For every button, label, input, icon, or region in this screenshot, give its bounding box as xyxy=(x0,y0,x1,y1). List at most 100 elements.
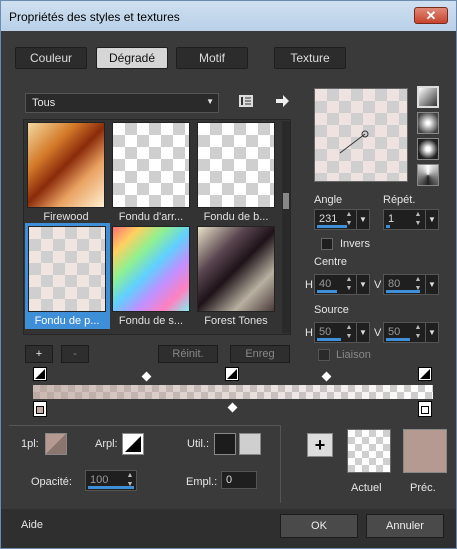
help-button[interactable]: Aide xyxy=(21,519,43,531)
tab-couleur[interactable]: Couleur xyxy=(15,47,87,69)
rectangular-gradient-style-button[interactable] xyxy=(417,112,439,134)
center-v-spinbox[interactable]: 80 ▲ ▼ ▼ xyxy=(383,274,439,295)
angle-handle[interactable] xyxy=(315,89,409,183)
chevron-down-icon[interactable]: ▼ xyxy=(425,275,438,294)
cancel-button[interactable]: Annuler xyxy=(366,514,444,538)
save-gradient-button[interactable]: Enreg xyxy=(230,345,290,363)
color-midpoint-marker[interactable] xyxy=(227,402,238,413)
chevron-down-icon: ▼ xyxy=(206,97,214,106)
gradient-strip-fill xyxy=(33,385,433,399)
close-button[interactable]: ✕ xyxy=(414,7,448,24)
category-dropdown-value: Tous xyxy=(32,97,56,109)
spin-arrows-icon[interactable]: ▲ ▼ xyxy=(412,323,424,342)
gradient-strip[interactable] xyxy=(33,385,433,399)
scrollbar-thumb[interactable] xyxy=(283,193,289,209)
gradient-name: Fondu de b... xyxy=(203,211,269,223)
center-v-label: V xyxy=(374,279,382,291)
gradient-name: Firewood xyxy=(43,211,89,223)
gradient-preview[interactable] xyxy=(314,88,408,182)
source-h-value: 50 xyxy=(319,326,332,338)
center-v-bar xyxy=(386,290,420,293)
arpl-label: Arpl: xyxy=(95,438,118,450)
center-v-value: 80 xyxy=(388,278,401,290)
gradient-thumb-fondu-b[interactable]: Fondu de b... xyxy=(197,122,275,223)
gradient-thumb-forest-tones[interactable]: Forest Tones xyxy=(197,226,275,327)
stop-color-swatch[interactable] xyxy=(45,433,67,455)
angle-spinbox[interactable]: 231 ▲ ▼ ▼ xyxy=(314,209,370,230)
link-checkbox[interactable] xyxy=(318,349,330,361)
arrow-right-icon[interactable] xyxy=(274,93,290,109)
chevron-down-icon[interactable]: ▼ xyxy=(425,323,438,342)
linear-gradient-style-button[interactable] xyxy=(417,86,439,108)
gradient-list-scrollbar[interactable] xyxy=(282,121,290,333)
category-dropdown[interactable]: Tous ▼ xyxy=(25,93,219,113)
gradient-name: Fondu de p... xyxy=(34,315,100,327)
radial-gradient-style-button[interactable] xyxy=(417,138,439,160)
source-h-bar xyxy=(317,338,341,341)
repeat-spinbox[interactable]: 1 ▲ ▼ ▼ xyxy=(383,209,439,230)
invert-label: Invers xyxy=(340,238,370,250)
spin-arrows-icon[interactable]: ▲ ▼ xyxy=(343,323,355,342)
color-stop-start[interactable] xyxy=(33,401,47,417)
sunburst-gradient-style-button[interactable] xyxy=(417,164,439,186)
source-label: Source xyxy=(314,304,349,316)
source-v-value: 50 xyxy=(388,326,401,338)
chevron-down-icon[interactable]: ▼ xyxy=(356,210,369,229)
link-label: Liaison xyxy=(336,349,371,361)
gradient-thumb-fondu-arr[interactable]: Fondu d'arr... xyxy=(112,122,190,223)
gradient-thumb-firewood[interactable]: Firewood xyxy=(27,122,105,223)
reset-button[interactable]: Réinit. xyxy=(158,345,218,363)
opacity-midpoint-marker[interactable] xyxy=(141,371,152,382)
location-field[interactable]: 0 xyxy=(221,471,257,489)
opacity-spinbox[interactable]: 100 ▲ ▼ xyxy=(85,470,137,491)
ok-button[interactable]: OK xyxy=(280,514,358,538)
opacity-midpoint-marker[interactable] xyxy=(321,371,332,382)
empl-label: Empl.: xyxy=(186,476,218,488)
invert-checkbox[interactable] xyxy=(321,238,333,250)
center-label: Centre xyxy=(314,256,348,268)
point-label: 1pl: xyxy=(21,438,39,450)
tab-texture[interactable]: Texture xyxy=(274,47,346,69)
gradient-thumb-fondu-s[interactable]: Fondu de s... xyxy=(112,226,190,327)
gradient-name: Forest Tones xyxy=(204,315,268,327)
tab-degrade[interactable]: Dégradé xyxy=(96,47,168,69)
background-stop-button[interactable] xyxy=(122,433,144,455)
opacity-stop-start[interactable] xyxy=(33,367,47,381)
opacity-stop-middle[interactable] xyxy=(225,367,239,381)
user-color-swatch[interactable] xyxy=(214,433,236,455)
current-label: Actuel xyxy=(351,482,382,494)
tab-motif[interactable]: Motif xyxy=(176,47,248,69)
gradient-editor[interactable] xyxy=(33,367,433,417)
gradient-name: Fondu d'arr... xyxy=(118,211,184,223)
add-gradient-button[interactable]: + xyxy=(25,345,53,363)
source-v-label: V xyxy=(374,327,382,339)
repeat-value: 1 xyxy=(388,213,395,225)
chevron-down-icon[interactable]: ▼ xyxy=(356,275,369,294)
source-h-spinbox[interactable]: 50 ▲ ▼ ▼ xyxy=(314,322,370,343)
angle-bar xyxy=(317,225,347,228)
opacity-label: Opacité: xyxy=(31,476,72,488)
opacity-stop-end[interactable] xyxy=(418,367,432,381)
add-stop-button[interactable]: + xyxy=(307,433,333,457)
angle-value: 231 xyxy=(319,213,338,225)
spin-arrows-icon[interactable]: ▲ ▼ xyxy=(412,210,424,229)
current-preview-swatch[interactable] xyxy=(347,429,391,473)
chevron-down-icon[interactable]: ▼ xyxy=(356,323,369,342)
angle-label: Angle xyxy=(314,194,343,206)
previous-preview-swatch[interactable] xyxy=(403,429,447,473)
remove-gradient-button[interactable]: - xyxy=(61,345,89,363)
spin-arrows-icon[interactable]: ▲ ▼ xyxy=(343,275,355,294)
chevron-down-icon[interactable]: ▼ xyxy=(425,210,438,229)
source-v-spinbox[interactable]: 50 ▲ ▼ ▼ xyxy=(383,322,439,343)
repeat-bar xyxy=(386,225,390,228)
center-h-spinbox[interactable]: 40 ▲ ▼ ▼ xyxy=(314,274,370,295)
color-stop-end[interactable] xyxy=(418,401,432,417)
library-icon[interactable] xyxy=(238,93,254,109)
dialog-window: Propriétés des styles et textures ✕ Coul… xyxy=(0,0,457,549)
gradient-thumb-fondu-p[interactable]: Fondu de p... xyxy=(28,226,106,327)
location-value: 0 xyxy=(226,474,233,486)
opacity-value: 100 xyxy=(90,474,109,486)
previous-label: Préc. xyxy=(410,482,436,494)
center-h-label: H xyxy=(305,279,313,291)
custom-color-swatch[interactable] xyxy=(239,433,261,455)
